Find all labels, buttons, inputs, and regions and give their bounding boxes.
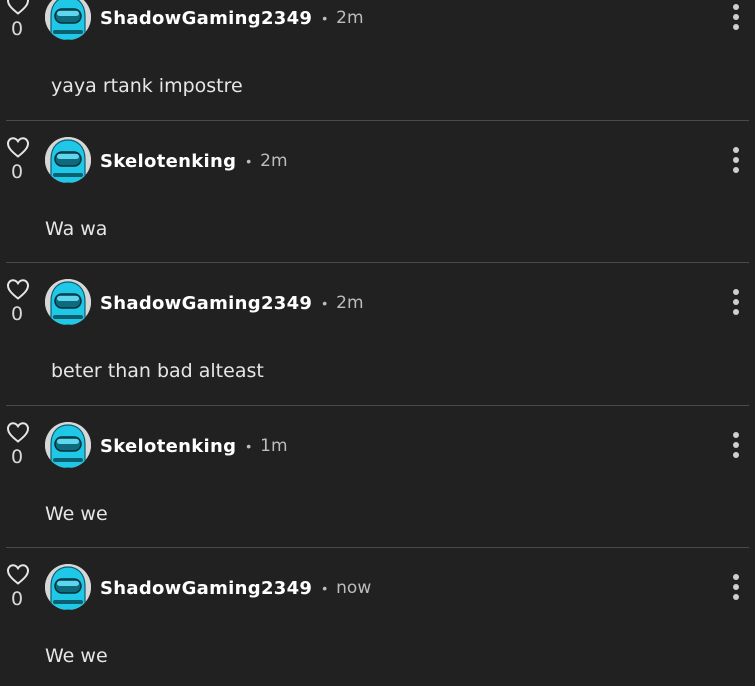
more-options-icon[interactable] — [729, 147, 743, 175]
crewmate-avatar-icon — [45, 0, 91, 40]
username[interactable]: ShadowGaming2349 — [100, 8, 312, 29]
avatar[interactable] — [45, 137, 91, 183]
avatar[interactable] — [45, 564, 91, 610]
more-options-icon[interactable] — [729, 289, 743, 317]
comment-header: Skelotenking • 2m — [100, 148, 288, 174]
like-count: 0 — [11, 18, 24, 40]
separator: • — [322, 295, 328, 311]
timestamp: 2m — [336, 293, 364, 313]
like-count: 0 — [11, 446, 24, 468]
comment-header: ShadowGaming2349 • 2m — [100, 290, 364, 316]
heart-icon[interactable] — [6, 0, 30, 15]
timestamp: now — [336, 578, 372, 598]
comment: 0 ShadowGaming2349 • 2m beter than bad a… — [0, 277, 755, 419]
comment-header: ShadowGaming2349 • 2m — [100, 5, 364, 31]
like-count: 0 — [11, 303, 24, 325]
comment: 0 Skelotenking • 1m We we — [0, 420, 755, 562]
separator: • — [322, 10, 328, 26]
comment: 0 ShadowGaming2349 • now We we — [0, 562, 755, 686]
comment-feed: 0 ShadowGaming2349 • 2m yaya rtank impos… — [0, 0, 755, 686]
heart-icon[interactable] — [6, 278, 30, 300]
heart-icon[interactable] — [6, 421, 30, 443]
crewmate-avatar-icon — [45, 279, 91, 325]
heart-icon[interactable] — [6, 136, 30, 158]
timestamp: 2m — [260, 151, 288, 171]
comment-header: ShadowGaming2349 • now — [100, 575, 371, 601]
comment: 0 ShadowGaming2349 • 2m yaya rtank impos… — [0, 0, 755, 134]
avatar[interactable] — [45, 279, 91, 325]
username[interactable]: ShadowGaming2349 — [100, 293, 312, 314]
comment-text: We we — [45, 645, 108, 667]
avatar[interactable] — [45, 422, 91, 468]
divider — [6, 262, 749, 263]
username[interactable]: ShadowGaming2349 — [100, 578, 312, 599]
comment-text: beter than bad alteast — [51, 360, 264, 382]
comment: 0 Skelotenking • 2m Wa wa — [0, 135, 755, 277]
like-count: 0 — [11, 161, 24, 183]
username[interactable]: Skelotenking — [100, 151, 236, 172]
like-count: 0 — [11, 588, 24, 610]
crewmate-avatar-icon — [45, 137, 91, 183]
timestamp: 2m — [336, 8, 364, 28]
crewmate-avatar-icon — [45, 422, 91, 468]
avatar[interactable] — [45, 0, 91, 40]
comment-text: We we — [45, 503, 108, 525]
comment-header: Skelotenking • 1m — [100, 433, 288, 459]
divider — [6, 547, 749, 548]
crewmate-avatar-icon — [45, 564, 91, 610]
username[interactable]: Skelotenking — [100, 436, 236, 457]
separator: • — [246, 438, 252, 454]
comment-text: Wa wa — [45, 218, 108, 240]
divider — [6, 405, 749, 406]
more-options-icon[interactable] — [729, 432, 743, 460]
timestamp: 1m — [260, 436, 288, 456]
heart-icon[interactable] — [6, 563, 30, 585]
more-options-icon[interactable] — [729, 574, 743, 602]
more-options-icon[interactable] — [729, 4, 743, 32]
comment-text: yaya rtank impostre — [51, 75, 243, 97]
separator: • — [246, 153, 252, 169]
separator: • — [322, 580, 328, 596]
divider — [6, 120, 749, 121]
